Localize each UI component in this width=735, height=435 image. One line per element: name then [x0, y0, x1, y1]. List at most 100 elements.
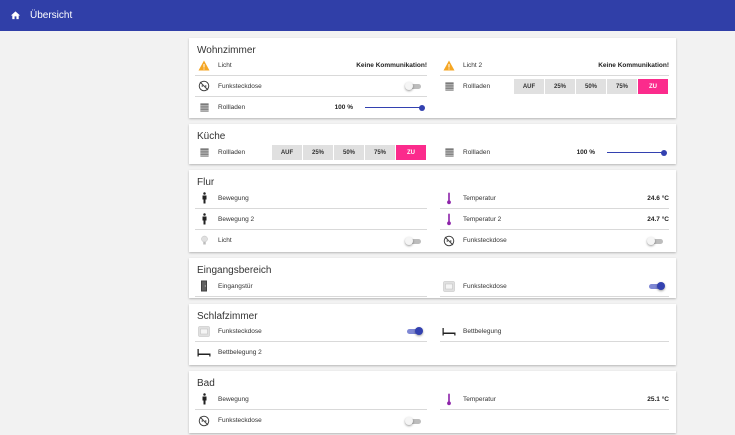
row-label: Bewegung	[218, 194, 249, 202]
toggle-switch[interactable]	[647, 281, 665, 291]
card-wohnzimmer: Wohnzimmer Licht Keine Kommunikation! Fu…	[189, 38, 676, 118]
temperature-value: 24.6 °C	[647, 194, 669, 202]
temperature-value: 24.7 °C	[647, 215, 669, 223]
shutter-open-button[interactable]: AUF	[272, 145, 302, 160]
row-label: Funksteckdose	[218, 417, 262, 424]
thermometer-icon	[442, 392, 456, 406]
row-bewegung-2: Bewegung 2	[195, 209, 427, 230]
door-icon	[197, 279, 211, 293]
toggle-switch[interactable]	[405, 416, 423, 426]
temperature-value: 25.1 °C	[647, 395, 669, 403]
status-value: Keine Kommunikation!	[356, 61, 427, 69]
card-eingangsbereich: Eingangsbereich Eingangstür Funksteckdos…	[189, 258, 676, 298]
toggle-switch[interactable]	[405, 236, 423, 246]
row-label: Temperatur	[463, 194, 496, 202]
row-label: Rollladen	[218, 104, 246, 111]
row-temperatur: Temperatur 24.6 °C	[440, 188, 669, 209]
card-title: Bad	[197, 378, 215, 389]
card-title: Flur	[197, 177, 215, 188]
shutter-50-button[interactable]: 50%	[334, 145, 364, 160]
row-temperatur: Temperatur 25.1 °C	[440, 389, 669, 410]
socket-icon	[197, 324, 211, 338]
toggle-switch[interactable]	[647, 236, 665, 246]
row-label: Rollladen	[463, 83, 491, 90]
toggle-switch[interactable]	[405, 326, 423, 336]
row-label: Funksteckdose	[463, 282, 507, 290]
bed-icon	[197, 346, 211, 360]
level-value: 100 %	[576, 149, 595, 156]
shutter-75-button[interactable]: 75%	[365, 145, 395, 160]
home-icon[interactable]	[0, 0, 30, 31]
bed-icon	[442, 324, 456, 338]
page-title: Übersicht	[30, 10, 73, 21]
row-temperatur-2: Temperatur 2 24.7 °C	[440, 209, 669, 230]
socket-off-icon	[442, 234, 456, 248]
row-licht: Licht Keine Kommunikation!	[195, 55, 427, 76]
app-bar: Übersicht	[0, 0, 735, 31]
motion-icon	[197, 392, 211, 406]
row-bewegung: Bewegung	[195, 389, 427, 410]
socket-icon	[442, 279, 456, 293]
row-funksteckdose: Funksteckdose	[195, 321, 427, 342]
row-label: Rollladen	[218, 149, 246, 156]
row-rollladen-buttons: Rollladen AUF 25% 50% 75% ZU	[195, 142, 427, 163]
row-label: Bewegung 2	[218, 215, 255, 223]
row-bettbelegung: Bettbelegung	[440, 321, 669, 342]
row-label: Eingangstür	[218, 282, 253, 290]
row-funksteckdose: Funksteckdose	[195, 410, 427, 431]
socket-off-icon	[197, 414, 211, 428]
shutter-icon	[442, 80, 456, 94]
shutter-close-button[interactable]: ZU	[638, 79, 668, 94]
shutter-25-button[interactable]: 25%	[545, 79, 575, 94]
motion-icon	[197, 191, 211, 205]
row-label: Funksteckdose	[218, 82, 262, 90]
card-title: Küche	[197, 131, 226, 142]
row-eingangstuer: Eingangstür	[195, 276, 427, 297]
level-value: 100 %	[334, 104, 353, 111]
card-kueche: Küche Rollladen AUF 25% 50% 75% ZU Rolll…	[189, 124, 676, 164]
shutter-slider[interactable]	[365, 103, 425, 113]
shutter-button-group: AUF 25% 50% 75% ZU	[272, 145, 427, 160]
shutter-icon	[197, 146, 211, 160]
row-rollladen-buttons: Rollladen AUF 25% 50% 75% ZU	[440, 76, 669, 97]
toggle-switch[interactable]	[405, 81, 423, 91]
row-label: Bettbelegung	[463, 327, 502, 335]
row-bettbelegung-2: Bettbelegung 2	[195, 342, 427, 363]
row-label: Funksteckdose	[218, 327, 262, 335]
thermometer-icon	[442, 212, 456, 226]
shutter-open-button[interactable]: AUF	[514, 79, 544, 94]
row-bewegung: Bewegung	[195, 188, 427, 209]
row-label: Licht 2	[463, 61, 483, 69]
socket-off-icon	[197, 79, 211, 93]
shutter-slider[interactable]	[607, 148, 667, 158]
row-label: Temperatur	[463, 395, 496, 403]
card-schlafzimmer: Schlafzimmer Funksteckdose Bettbelegung …	[189, 304, 676, 365]
warning-icon	[197, 58, 211, 72]
card-flur: Flur Bewegung Bewegung 2 Licht Temperatu…	[189, 170, 676, 252]
status-value: Keine Kommunikation!	[598, 61, 669, 69]
row-label: Licht	[218, 237, 232, 244]
row-label: Bewegung	[218, 395, 249, 403]
row-label: Temperatur 2	[463, 215, 502, 223]
card-bad: Bad Bewegung Funksteckdose Temperatur 25…	[189, 371, 676, 433]
card-title: Eingangsbereich	[197, 265, 272, 276]
bulb-icon	[197, 234, 211, 248]
shutter-icon	[442, 146, 456, 160]
shutter-icon	[197, 101, 211, 115]
shutter-button-group: AUF 25% 50% 75% ZU	[514, 79, 669, 94]
row-label: Rollladen	[463, 149, 491, 156]
row-funksteckdose: Funksteckdose	[440, 230, 669, 251]
row-label: Funksteckdose	[463, 237, 507, 244]
row-licht-2: Licht 2 Keine Kommunikation!	[440, 55, 669, 76]
motion-icon	[197, 212, 211, 226]
row-licht: Licht	[195, 230, 427, 251]
row-funksteckdose: Funksteckdose	[195, 76, 427, 97]
shutter-75-button[interactable]: 75%	[607, 79, 637, 94]
row-funksteckdose: Funksteckdose	[440, 276, 669, 297]
warning-icon	[442, 58, 456, 72]
shutter-50-button[interactable]: 50%	[576, 79, 606, 94]
thermometer-icon	[442, 191, 456, 205]
row-label: Bettbelegung 2	[218, 349, 262, 356]
shutter-25-button[interactable]: 25%	[303, 145, 333, 160]
shutter-close-button[interactable]: ZU	[396, 145, 426, 160]
